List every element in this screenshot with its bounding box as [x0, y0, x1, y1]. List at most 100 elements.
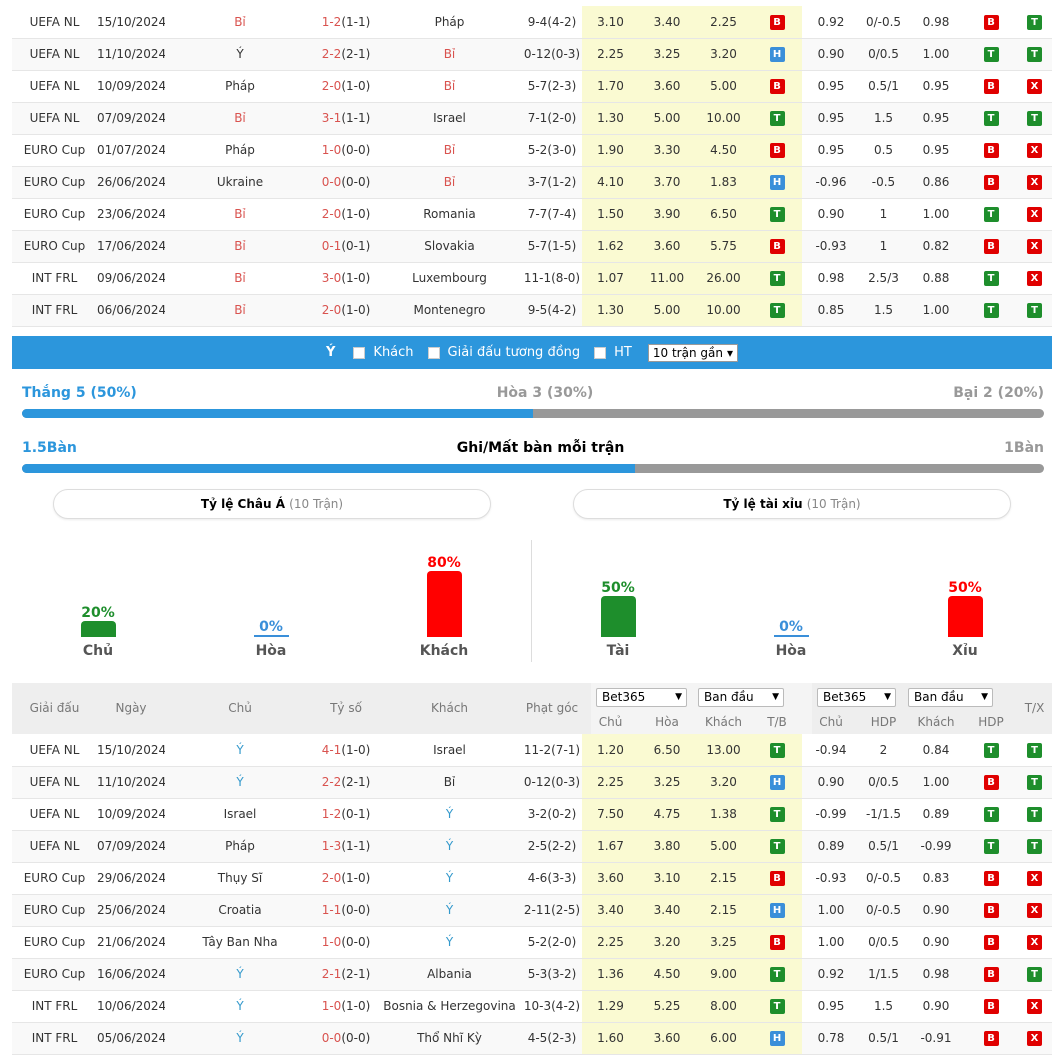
- table-row[interactable]: EURO Cup 23/06/2024 Bỉ 2-0(1-0) Romania 7-7(7…: [12, 198, 1052, 231]
- table-row[interactable]: EURO Cup 21/06/2024 Tây Ban Nha 1-0(0-0) Ý 5-…: [12, 926, 1052, 959]
- home-team-cell[interactable]: Ý: [165, 990, 315, 1023]
- away-team-cell[interactable]: Albania: [377, 958, 522, 991]
- odds-type-select-2[interactable]: Ban đầu ▼: [908, 688, 993, 707]
- header-sub-home: Chủ: [598, 715, 623, 729]
- home-team-cell[interactable]: Pháp: [165, 134, 315, 167]
- table-row[interactable]: EURO Cup 17/06/2024 Bỉ 0-1(0-1) Slovakia 5-7(…: [12, 230, 1052, 263]
- result-badge: T: [1027, 47, 1042, 62]
- half-time-score: (0-0): [341, 143, 371, 157]
- home-team-cell[interactable]: Bỉ: [165, 230, 315, 263]
- home-team-cell[interactable]: Ý: [165, 38, 315, 71]
- hdp-away-cell: 0.83: [907, 862, 965, 895]
- home-team-cell[interactable]: Bỉ: [165, 262, 315, 295]
- over-under-result-cell: X: [1017, 926, 1052, 959]
- corners-cell: 11-1(8-0): [522, 262, 582, 295]
- away-team-cell[interactable]: Ý: [377, 926, 522, 959]
- table-row[interactable]: INT FRL 05/06/2024 Ý 0-0(0-0) Thổ Nhĩ Kỳ 4-5(…: [12, 1022, 1052, 1055]
- away-team-cell[interactable]: Bỉ: [377, 166, 522, 199]
- corners-cell: 2-5(2-2): [522, 830, 582, 863]
- ou-1-bar-group: 0% Hòa: [751, 619, 831, 659]
- away-team-cell[interactable]: Bỉ: [377, 38, 522, 71]
- same-league-checkbox[interactable]: [427, 346, 440, 359]
- odds-draw-cell: 3.20: [639, 926, 695, 959]
- table-row[interactable]: UEFA NL 07/09/2024 Pháp 1-3(1-1) Ý 2-5(2-2) 1.…: [12, 830, 1052, 863]
- home-team-cell[interactable]: Bỉ: [165, 198, 315, 231]
- away-team-cell[interactable]: Thổ Nhĩ Kỳ: [377, 1022, 522, 1055]
- hdp-away-cell: 1.00: [907, 38, 965, 71]
- away-checkbox[interactable]: [353, 346, 366, 359]
- result-badge: B: [983, 239, 999, 254]
- home-team-cell[interactable]: Pháp: [165, 70, 315, 103]
- home-team-cell[interactable]: Ý: [165, 1022, 315, 1055]
- table-row[interactable]: UEFA NL 11/10/2024 Ý 2-2(2-1) Bỉ 0-12(0-3) 2.2…: [12, 38, 1052, 71]
- table-row[interactable]: UEFA NL 11/10/2024 Ý 2-2(2-1) Bỉ 0-12(0-3) 2.2…: [12, 766, 1052, 799]
- away-team-cell[interactable]: Bỉ: [377, 70, 522, 103]
- home-team-cell[interactable]: Thụy Sĩ: [165, 862, 315, 895]
- half-time-score: (1-0): [341, 303, 371, 317]
- table-row[interactable]: EURO Cup 25/06/2024 Croatia 1-1(0-0) Ý 2-11(2…: [12, 894, 1052, 927]
- away-team-cell[interactable]: Bỉ: [377, 766, 522, 799]
- league-cell: EURO Cup: [12, 862, 97, 895]
- away-team-cell[interactable]: Bosnia & Herzegovina: [377, 990, 522, 1023]
- odds-type-select-1[interactable]: Ban đầu ▼: [698, 688, 784, 707]
- table-row[interactable]: UEFA NL 15/10/2024 Bỉ 1-2(1-1) Pháp 9-4(4-2) 3…: [12, 6, 1052, 39]
- odds-home-cell: 1.30: [582, 294, 639, 327]
- odds-away-cell: 3.20: [695, 766, 752, 799]
- hdp-away-cell: 0.90: [907, 894, 965, 927]
- full-time-score: 2-0: [321, 303, 342, 317]
- odds-home-cell: 1.07: [582, 262, 639, 295]
- away-team-cell[interactable]: Romania: [377, 198, 522, 231]
- home-team-cell[interactable]: Pháp: [165, 830, 315, 863]
- table-row[interactable]: INT FRL 10/06/2024 Ý 1-0(1-0) Bosnia & Herze…: [12, 990, 1052, 1023]
- home-team-cell[interactable]: Ý: [165, 766, 315, 799]
- home-team-cell[interactable]: Bỉ: [165, 294, 315, 327]
- ou-0-bar-group: 50% Tài: [578, 580, 658, 659]
- table-row[interactable]: INT FRL 09/06/2024 Bỉ 3-0(1-0) Luxembourg 11-…: [12, 262, 1052, 295]
- recent-matches-select[interactable]: 10 trận gần ▾: [647, 343, 738, 362]
- odds-draw-cell: 3.10: [639, 862, 695, 895]
- table-row[interactable]: EURO Cup 26/06/2024 Ukraine 0-0(0-0) Bỉ 3-7(1…: [12, 166, 1052, 199]
- hdp-result-cell: B: [965, 894, 1017, 927]
- hdp-line-cell: 2: [860, 734, 907, 767]
- away-team-cell[interactable]: Israel: [377, 102, 522, 135]
- table-row[interactable]: INT FRL 06/06/2024 Bỉ 2-0(1-0) Montenegro 9-5…: [12, 294, 1052, 327]
- away-team-cell[interactable]: Montenegro: [377, 294, 522, 327]
- away-team-cell[interactable]: Bỉ: [377, 134, 522, 167]
- home-team-cell[interactable]: Croatia: [165, 894, 315, 927]
- home-team-cell[interactable]: Bỉ: [165, 102, 315, 135]
- away-team-cell[interactable]: Luxembourg: [377, 262, 522, 295]
- away-team-cell[interactable]: Ý: [377, 798, 522, 831]
- table-row[interactable]: EURO Cup 29/06/2024 Thụy Sĩ 2-0(1-0) Ý 4-6(3-…: [12, 862, 1052, 895]
- odds-home-cell: 4.10: [582, 166, 639, 199]
- table-row[interactable]: EURO Cup 16/06/2024 Ý 2-1(2-1) Albania 5-3(3-…: [12, 958, 1052, 991]
- away-team-cell[interactable]: Slovakia: [377, 230, 522, 263]
- score-cell: 4-1(1-0): [315, 734, 377, 767]
- home-team-cell[interactable]: Ukraine: [165, 166, 315, 199]
- table-row[interactable]: UEFA NL 15/10/2024 Ý 4-1(1-0) Israel 11-2(7-1…: [12, 734, 1052, 767]
- table-row[interactable]: UEFA NL 10/09/2024 Israel 1-2(0-1) Ý 3-2(0-2)…: [12, 798, 1052, 831]
- home-team-cell[interactable]: Israel: [165, 798, 315, 831]
- header-sub-hdp2: HDP: [978, 715, 1004, 729]
- table-row[interactable]: UEFA NL 07/09/2024 Bỉ 3-1(1-1) Israel 7-1(2-0…: [12, 102, 1052, 135]
- odds-result-cell: T: [752, 798, 802, 831]
- bookmaker-select-1[interactable]: Bet365 ▼: [596, 688, 687, 707]
- away-team-cell[interactable]: Ý: [377, 894, 522, 927]
- date-cell: 10/09/2024: [97, 70, 165, 103]
- home-team-cell[interactable]: Bỉ: [165, 6, 315, 39]
- ht-checkbox[interactable]: [594, 346, 607, 359]
- away-team-cell[interactable]: Ý: [377, 862, 522, 895]
- home-team-cell[interactable]: Tây Ban Nha: [165, 926, 315, 959]
- away-team-cell[interactable]: Pháp: [377, 6, 522, 39]
- away-team-cell[interactable]: Israel: [377, 734, 522, 767]
- ou-1-bar-label: Hòa: [775, 643, 807, 659]
- home-team-cell[interactable]: Ý: [165, 958, 315, 991]
- home-team-cell[interactable]: Ý: [165, 734, 315, 767]
- ou-2-bar-group: 50% Xỉu: [925, 580, 1005, 659]
- header-score: Tỷ số: [330, 701, 362, 715]
- hdp-line-cell: 0/-0.5: [860, 862, 907, 895]
- full-time-score: 1-0: [321, 143, 342, 157]
- table-row[interactable]: UEFA NL 10/09/2024 Pháp 2-0(1-0) Bỉ 5-7(2-3) 1…: [12, 70, 1052, 103]
- table-row[interactable]: EURO Cup 01/07/2024 Pháp 1-0(0-0) Bỉ 5-2(3-0)…: [12, 134, 1052, 167]
- away-team-cell[interactable]: Ý: [377, 830, 522, 863]
- bookmaker-select-2[interactable]: Bet365 ▼: [817, 688, 896, 707]
